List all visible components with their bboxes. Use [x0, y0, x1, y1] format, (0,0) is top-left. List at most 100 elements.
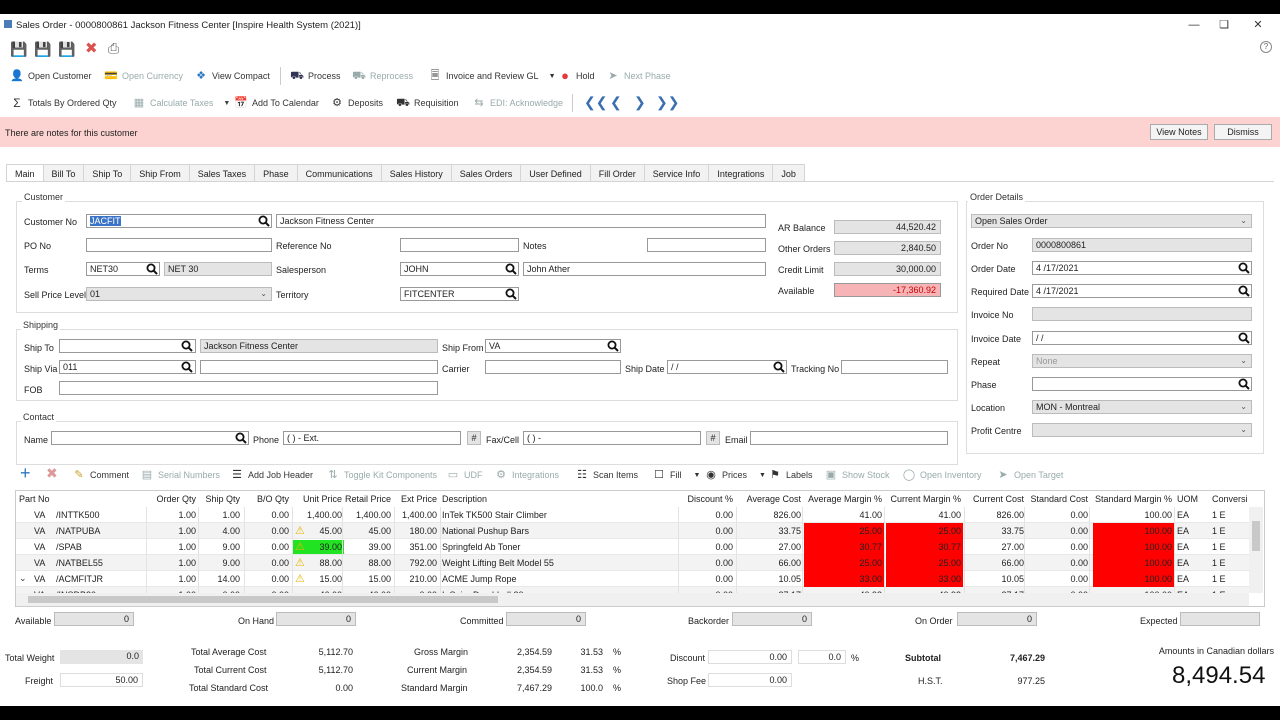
salesperson-name-field[interactable]: John Ather: [523, 262, 766, 276]
add-line-icon[interactable]: +: [20, 463, 31, 484]
chevron-down-icon[interactable]: ▼: [549, 73, 556, 80]
next-record-icon[interactable]: ❯: [634, 94, 646, 111]
search-icon[interactable]: [181, 361, 193, 373]
edi-acknowledge-button[interactable]: ⇆ EDI: Acknowledge: [472, 92, 563, 114]
open-inventory-button[interactable]: ◯ Open Inventory: [902, 464, 982, 486]
col-header-bo-qty[interactable]: B/O Qty: [246, 491, 289, 507]
tab-service-info[interactable]: Service Info: [643, 164, 710, 182]
previous-record-icon[interactable]: ❮: [610, 94, 622, 111]
cell-ext-price[interactable]: 210.00: [396, 571, 437, 587]
cell-standard-margin[interactable]: 100.00: [1091, 571, 1172, 587]
cell-conversion[interactable]: 1 E: [1212, 539, 1226, 555]
cell-current-cost[interactable]: 826.00: [966, 507, 1024, 523]
next-phase-button[interactable]: ➤ Next Phase: [606, 65, 670, 87]
chevron-down-icon[interactable]: ▼: [223, 100, 230, 107]
search-icon[interactable]: [1238, 332, 1250, 344]
salesperson-code-field[interactable]: JOHN: [400, 262, 519, 276]
table-row[interactable]: VA/INTTK500 1.00 1.00 0.00 1,400.00 1,400.00 1…: [16, 507, 1249, 523]
table-row[interactable]: ⚠ VA/SPAB 1.00 9.00 0.00 39.00 39.00 351.00 Spri…: [16, 539, 1249, 555]
cell-standard-cost[interactable]: 0.00: [1026, 523, 1088, 539]
cell-current-margin[interactable]: 25.00: [886, 523, 961, 539]
cell-uom[interactable]: EA: [1177, 507, 1189, 523]
discount-pct-field[interactable]: 0.0: [798, 650, 846, 664]
comment-button[interactable]: ✎ Comment: [72, 464, 129, 486]
reprocess-button[interactable]: ⛟ Reprocess: [352, 65, 413, 87]
cell-current-cost[interactable]: 33.75: [966, 523, 1024, 539]
save-icon[interactable]: 💾: [10, 41, 27, 58]
delete-line-icon[interactable]: ✖: [46, 465, 58, 482]
open-customer-button[interactable]: 👤 Open Customer: [10, 65, 91, 87]
add-to-calendar-button[interactable]: 📅 Add To Calendar: [234, 92, 319, 114]
cell-discount[interactable]: 0.00: [680, 507, 733, 523]
search-icon[interactable]: [505, 288, 517, 300]
chevron-down-icon[interactable]: ▼: [694, 472, 701, 479]
cell-ship-qty[interactable]: 1.00: [200, 507, 240, 523]
vertical-scrollbar[interactable]: [1249, 507, 1263, 593]
cell-ship-qty[interactable]: 9.00: [200, 555, 240, 571]
close-window-button[interactable]: ✕: [1248, 17, 1268, 33]
notes-field[interactable]: [647, 238, 766, 252]
tab-main[interactable]: Main: [6, 164, 44, 182]
cell-retail-price[interactable]: 45.00: [344, 523, 391, 539]
required-date-field[interactable]: 4 /17/2021: [1032, 284, 1252, 298]
minimize-button[interactable]: —: [1184, 17, 1204, 33]
col-header-description[interactable]: Description: [442, 491, 487, 507]
scroll-thumb[interactable]: [28, 596, 498, 603]
cell-average-margin[interactable]: 33.00: [804, 571, 882, 587]
col-header-ext-price[interactable]: Ext Price: [396, 491, 437, 507]
search-icon[interactable]: [1238, 262, 1250, 274]
col-header-part-no[interactable]: Part No: [19, 491, 50, 507]
cell-order-qty[interactable]: 1.00: [146, 507, 196, 523]
col-header-current-margin[interactable]: Current Margin %: [886, 491, 961, 507]
cell-unit-price[interactable]: 88.00: [294, 555, 342, 571]
search-icon[interactable]: [607, 340, 619, 352]
show-stock-button[interactable]: ▣ Show Stock: [824, 464, 890, 486]
tracking-no-field[interactable]: [841, 360, 948, 374]
cell-conversion[interactable]: 1 E: [1212, 571, 1226, 587]
fax-field[interactable]: ( ) -: [523, 431, 701, 445]
cell-current-margin[interactable]: 30.77: [886, 539, 961, 555]
cell-description[interactable]: Weight Lifting Belt Model 55: [442, 555, 554, 571]
deposits-button[interactable]: ⚙ Deposits: [330, 92, 383, 114]
cell-order-qty[interactable]: 1.00: [146, 571, 196, 587]
tab-communications[interactable]: Communications: [296, 164, 382, 182]
cell-average-cost[interactable]: 826.00: [738, 507, 801, 523]
cell-bo-qty[interactable]: 0.00: [246, 571, 289, 587]
view-notes-button[interactable]: View Notes: [1150, 124, 1208, 140]
discount-field[interactable]: 0.00: [708, 650, 792, 664]
col-header-ship-qty[interactable]: Ship Qty: [200, 491, 240, 507]
cell-part-no[interactable]: /ACMFITJR: [56, 571, 103, 587]
scan-items-button[interactable]: ☷ Scan Items: [575, 464, 638, 486]
cell-description[interactable]: InTek TK500 Stair Climber: [442, 507, 547, 523]
ship-via-desc-field[interactable]: [200, 360, 438, 374]
fob-field[interactable]: [59, 381, 438, 395]
expand-row-icon[interactable]: ⌄: [19, 573, 27, 584]
cell-current-margin[interactable]: 25.00: [886, 555, 961, 571]
cell-warehouse[interactable]: VA: [34, 507, 45, 523]
cell-warehouse[interactable]: VA: [34, 523, 45, 539]
po-no-field[interactable]: [86, 238, 272, 252]
cell-retail-price[interactable]: 1,400.00: [344, 507, 391, 523]
tab-phase[interactable]: Phase: [254, 164, 298, 182]
col-header-unit-price[interactable]: Unit Price: [294, 491, 342, 507]
cell-average-cost[interactable]: 27.00: [738, 539, 801, 555]
cell-current-cost[interactable]: 10.05: [966, 571, 1024, 587]
toggle-kit-button[interactable]: ⇅ Toggle Kit Components: [326, 464, 437, 486]
tab-ship-from[interactable]: Ship From: [130, 164, 190, 182]
search-icon[interactable]: [258, 215, 270, 227]
dismiss-button[interactable]: Dismiss: [1214, 124, 1272, 140]
cell-uom[interactable]: EA: [1177, 539, 1189, 555]
cell-standard-margin[interactable]: 100.00: [1091, 555, 1172, 571]
cell-standard-cost[interactable]: 0.00: [1026, 571, 1088, 587]
cell-current-cost[interactable]: 27.00: [966, 539, 1024, 555]
cell-ship-qty[interactable]: 9.00: [200, 539, 240, 555]
labels-button[interactable]: ⚑ Labels: [768, 464, 812, 486]
search-icon[interactable]: [505, 263, 517, 275]
invoice-date-field[interactable]: / /: [1032, 331, 1252, 345]
cell-part-no[interactable]: /INTTK500: [56, 507, 100, 523]
ship-from-field[interactable]: VA: [485, 339, 621, 353]
delete-icon[interactable]: ✖: [85, 39, 98, 57]
cell-average-margin[interactable]: 25.00: [804, 523, 882, 539]
tab-fill-order[interactable]: Fill Order: [589, 164, 645, 182]
fill-button[interactable]: ☐ Fill ▼: [652, 464, 700, 486]
